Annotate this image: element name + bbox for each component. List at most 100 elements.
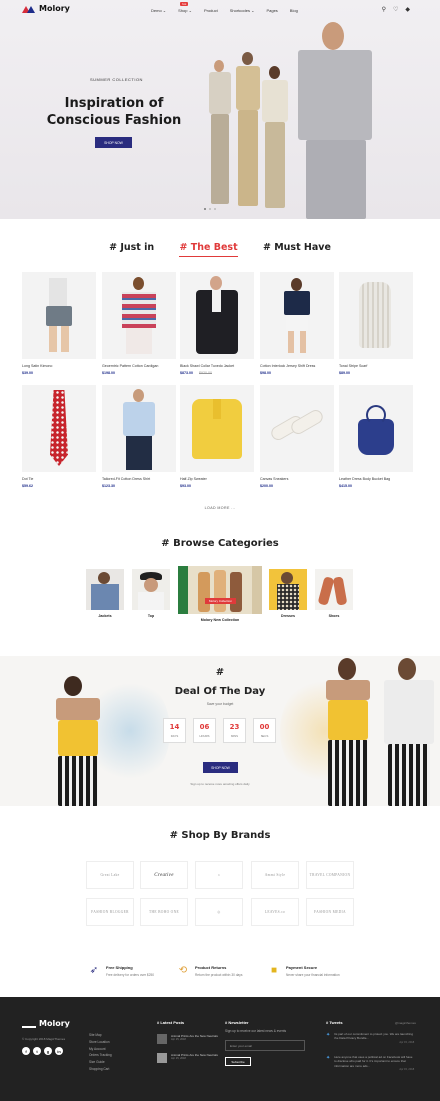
latest-post[interactable]: Animal Prints Are the New Neutrals Apr 15… xyxy=(157,1053,219,1063)
category-top[interactable]: Top xyxy=(132,569,170,618)
hero-banner: SUMMER COLLECTION Inspiration of Conscio… xyxy=(0,0,440,219)
brand-logo[interactable]: ◎ xyxy=(195,898,243,926)
footer-link[interactable]: Size Guide xyxy=(89,1059,112,1066)
product-image[interactable] xyxy=(260,272,334,359)
tweets-handle[interactable]: @magicthemes xyxy=(395,1021,416,1025)
feature-free-shipping: ➶ Free Shipping Free delivery for orders … xyxy=(89,965,155,977)
footer-link[interactable]: Orders Tracking xyxy=(89,1052,112,1059)
tab-must-have[interactable]: # Must Have xyxy=(263,242,331,253)
brand-logo[interactable]: FASHION MEDIA xyxy=(306,898,354,926)
linkedin-icon[interactable]: in xyxy=(55,1047,63,1055)
return-icon: ⟲ xyxy=(178,965,188,976)
footer-logo[interactable]: Molory xyxy=(22,1019,70,1028)
lock-icon: ■ xyxy=(270,965,278,976)
facebook-icon[interactable]: f xyxy=(22,1047,30,1055)
nav-blog[interactable]: Blog xyxy=(290,8,298,13)
brand-logo[interactable]: Creative xyxy=(140,861,188,889)
category-label[interactable]: Molory New Collection xyxy=(178,618,262,622)
product-name[interactable]: Dot Tie xyxy=(22,477,96,481)
deal-of-the-day: # Deal Of The Day Save your budget 14 DAY… xyxy=(0,656,440,806)
product-image[interactable] xyxy=(102,272,176,359)
hero-model-3 xyxy=(258,66,292,216)
google-icon[interactable]: g xyxy=(44,1047,52,1055)
product-name[interactable]: Tailored-Fit Cotton Dress Shirt xyxy=(102,477,176,481)
nav-shortcodes[interactable]: Shortcodes ⌄ xyxy=(230,8,255,13)
product-card[interactable]: Geoemtric Pattern Cotton Cardigan $198.0… xyxy=(102,272,176,375)
category-jackets[interactable]: Jackets xyxy=(86,569,124,618)
tab-the-best[interactable]: # The Best xyxy=(179,242,238,257)
product-name[interactable]: Tonal Stripe Scarf xyxy=(339,364,413,368)
nav-pages[interactable]: Pages xyxy=(266,8,277,13)
footer-link[interactable]: My Account xyxy=(89,1046,112,1053)
product-name[interactable]: Long Satin Kimono xyxy=(22,364,96,368)
product-name[interactable]: Leather Dress Body Bucket Bag xyxy=(339,477,413,481)
category-dresses[interactable]: Dresses xyxy=(269,569,307,618)
product-name[interactable]: Geoemtric Pattern Cotton Cardigan xyxy=(102,364,176,368)
product-image[interactable] xyxy=(180,272,254,359)
search-icon[interactable]: ⚲ xyxy=(382,6,386,13)
category-label[interactable]: Dresses xyxy=(269,614,307,618)
product-name[interactable]: Canvas Sneakers xyxy=(260,477,334,481)
brand-logo[interactable]: Great Lake xyxy=(86,861,134,889)
product-card[interactable]: Cotton Interlock Jersey Shift Dress $98.… xyxy=(260,272,334,375)
product-name[interactable]: Cotton Interlock Jersey Shift Dress xyxy=(260,364,334,368)
deal-shop-now-button[interactable]: SHOP NOW xyxy=(203,762,238,773)
slider-dots[interactable] xyxy=(204,208,216,210)
brand-logo[interactable]: THE BOHO ONE xyxy=(140,898,188,926)
brand-logo[interactable]: ⌂ xyxy=(195,861,243,889)
product-card[interactable]: Black Shawl Collar Tuxedo Jacket $873.00… xyxy=(180,272,254,375)
product-card[interactable]: Canvas Sneakers $200.00 xyxy=(260,385,334,488)
product-card[interactable]: Long Satin Kimono $39.00 xyxy=(22,272,96,375)
product-image[interactable] xyxy=(22,385,96,472)
product-image[interactable] xyxy=(180,385,254,472)
category-image[interactable] xyxy=(86,569,124,610)
brand-logo[interactable]: Ammi Style xyxy=(251,861,299,889)
logo[interactable]: Molory xyxy=(22,4,70,13)
feature-payment-secure: ■ Payment Secure Never share your financi… xyxy=(268,965,340,977)
brand-logo[interactable]: TRAVEL COMPANION xyxy=(306,861,354,889)
brand-logo[interactable]: LEAVES.co xyxy=(251,898,299,926)
footer-link[interactable]: Store Location xyxy=(89,1039,112,1046)
category-label[interactable]: Top xyxy=(132,614,170,618)
post-thumbnail[interactable] xyxy=(157,1034,167,1044)
product-image[interactable] xyxy=(22,272,96,359)
category-image[interactable] xyxy=(315,569,353,610)
category-image[interactable]: Molory Collection xyxy=(178,566,262,614)
product-image[interactable] xyxy=(102,385,176,472)
subscribe-button[interactable]: Subscribe xyxy=(225,1057,251,1066)
newsletter-email-input[interactable]: Enter your email xyxy=(225,1040,305,1051)
nav-shop[interactable]: hot Shop ⌄ xyxy=(178,2,192,13)
footer-link[interactable]: Site Map xyxy=(89,1032,112,1039)
product-name[interactable]: Black Shawl Collar Tuxedo Jacket xyxy=(180,364,254,368)
brands-title: # Shop By Brands xyxy=(169,830,271,841)
tab-just-in[interactable]: # Just in xyxy=(109,242,154,253)
load-more-button[interactable]: LOAD MORE ... xyxy=(0,506,440,510)
product-image[interactable] xyxy=(260,385,334,472)
category-image[interactable] xyxy=(269,569,307,610)
footer-link[interactable]: Shopping Cart xyxy=(89,1066,112,1073)
product-card[interactable]: Tonal Stripe Scarf $89.00 xyxy=(339,272,413,375)
product-card[interactable]: Half-Zip Sweater $93.00 xyxy=(180,385,254,488)
category-label[interactable]: Jackets xyxy=(86,614,124,618)
product-card[interactable]: Tailored-Fit Cotton Dress Shirt $123.30 xyxy=(102,385,176,488)
product-card[interactable]: Dot Tie $59.62 xyxy=(22,385,96,488)
footer-logo-text: Molory xyxy=(39,1019,70,1028)
post-thumbnail[interactable] xyxy=(157,1053,167,1063)
nav-demo[interactable]: Demo ⌄ xyxy=(151,8,166,13)
twitter-icon[interactable]: t xyxy=(33,1047,41,1055)
hero-shop-now-button[interactable]: SHOP NOW xyxy=(95,137,132,148)
nav-product[interactable]: Product xyxy=(204,8,218,13)
heart-icon[interactable]: ♡ xyxy=(393,6,398,13)
brand-logo[interactable]: FASHION BLOGGER xyxy=(86,898,134,926)
category-shoes[interactable]: Shoes xyxy=(315,569,353,618)
tweet-text: Here anyone that uses a political ad on … xyxy=(334,1055,413,1068)
product-card[interactable]: Leather Dress Body Bucket Bag $415.00 xyxy=(339,385,413,488)
product-image[interactable] xyxy=(339,385,413,472)
product-image[interactable] xyxy=(339,272,413,359)
latest-post[interactable]: Animal Prints Are the New Neutrals Apr 15… xyxy=(157,1034,219,1044)
category-label[interactable]: Shoes xyxy=(315,614,353,618)
product-name[interactable]: Half-Zip Sweater xyxy=(180,477,254,481)
cart-icon[interactable]: ◆ xyxy=(405,6,410,13)
category-new-collection[interactable]: Molory Collection Molory New Collection xyxy=(178,566,262,622)
category-image[interactable] xyxy=(132,569,170,610)
